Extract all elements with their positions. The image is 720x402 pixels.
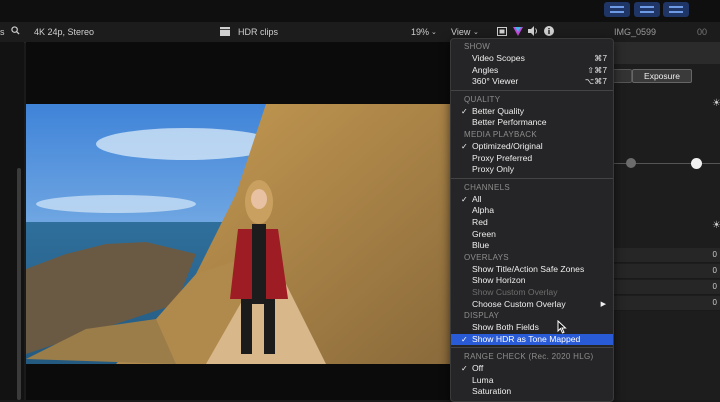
menu-item-blue[interactable]: Blue — [451, 240, 613, 252]
menu-item-show-safe-zones[interactable]: Show Title/Action Safe Zones — [451, 264, 613, 276]
row-value: 0 — [712, 282, 717, 291]
checkmark-icon: ✓ — [461, 364, 468, 374]
checkmark-icon: ✓ — [461, 106, 468, 116]
menu-item-angles[interactable]: Angles ⇧⌘7 — [451, 65, 613, 77]
menu-separator — [451, 89, 613, 91]
menu-item-range-saturation[interactable]: Saturation — [451, 386, 613, 398]
menu-separator — [451, 177, 613, 179]
row-value: 0 — [712, 298, 717, 307]
mouse-pointer-icon — [557, 320, 567, 334]
menu-item-optimized-original[interactable]: ✓ Optimized/Original — [451, 141, 613, 153]
menu-item-video-scopes[interactable]: Video Scopes ⌘7 — [451, 53, 613, 65]
row-value: 0 — [712, 250, 717, 259]
clapper-icon — [220, 27, 230, 39]
menu-item-alpha[interactable]: Alpha — [451, 205, 613, 217]
view-dropdown-menu: SHOW Video Scopes ⌘7 Angles ⇧⌘7 360° Viewe… — [450, 38, 614, 402]
inspector-pane: Exposure ☀ ☀ — [612, 42, 720, 400]
video-frame — [26, 104, 450, 364]
menu-section-show: SHOW — [464, 42, 491, 51]
menu-separator — [451, 347, 613, 349]
menu-section-overlays: OVERLAYS — [464, 252, 509, 262]
zoom-chevron-icon[interactable]: ⌄ — [431, 28, 437, 36]
menu-section-channels: CHANNELS — [464, 182, 510, 192]
menu-item-range-off[interactable]: ✓ Off — [451, 363, 613, 375]
menu-item-green[interactable]: Green — [451, 229, 613, 241]
inspector-toggle-button[interactable] — [663, 2, 689, 17]
clip-name: HDR clips — [238, 27, 279, 37]
checkmark-icon: ✓ — [461, 141, 468, 151]
search-icon[interactable] — [11, 26, 20, 38]
menu-item-show-custom-overlay: Show Custom Overlay — [472, 286, 558, 297]
format-label: 4K 24p, Stereo — [34, 27, 95, 37]
slider-knob-midtone[interactable] — [626, 158, 636, 168]
menu-item-360-viewer[interactable]: 360° Viewer ⌥⌘7 — [451, 76, 613, 88]
exposure-tab[interactable]: Exposure — [632, 69, 692, 83]
menu-item-all[interactable]: ✓ All — [451, 194, 613, 206]
checkmark-icon: ✓ — [461, 334, 468, 344]
menu-item-proxy-only[interactable]: Proxy Only — [451, 164, 613, 176]
menu-item-proxy-preferred[interactable]: Proxy Preferred — [451, 153, 613, 165]
view-chevron-icon[interactable]: ⌄ — [473, 28, 479, 36]
left-edge-text: s — [0, 27, 5, 37]
top-toolbar — [0, 0, 720, 22]
menu-section-range-check: RANGE CHECK (Rec. 2020 HLG) — [464, 352, 594, 362]
slider-knob-highlight[interactable] — [691, 158, 702, 169]
timeline-toggle-button[interactable] — [634, 2, 660, 17]
color-tab[interactable] — [612, 69, 632, 83]
menu-section-display: DISPLAY — [464, 311, 500, 321]
menu-item-red[interactable]: Red — [451, 217, 613, 229]
menu-item-range-luma[interactable]: Luma — [451, 375, 613, 387]
timecode-fragment: 00 — [697, 27, 708, 37]
menu-section-quality: QUALITY — [464, 94, 501, 104]
sun-icon: ☀ — [712, 98, 720, 109]
menu-item-choose-custom-overlay[interactable]: Choose Custom Overlay ▶ — [451, 299, 613, 311]
menu-item-better-performance[interactable]: Better Performance — [451, 117, 613, 129]
menu-item-show-horizon[interactable]: Show Horizon — [451, 275, 613, 287]
clip-id: IMG_0599 — [614, 27, 657, 37]
menu-item-better-quality[interactable]: ✓ Better Quality — [451, 106, 613, 118]
inspector-header — [612, 42, 720, 64]
zoom-popup[interactable]: 19% — [411, 27, 429, 37]
menu-item-show-hdr-tone-mapped[interactable]: ✓ Show HDR as Tone Mapped — [451, 333, 613, 346]
row-value: 0 — [712, 266, 717, 275]
inspector-row[interactable]: 0 — [612, 280, 720, 295]
view-menu[interactable]: View — [451, 27, 470, 37]
inspector-row[interactable]: 0 — [612, 296, 720, 311]
library-toggle-button[interactable] — [604, 2, 630, 17]
menu-item-show-both-fields[interactable]: Show Both Fields — [451, 322, 613, 334]
checkmark-icon: ✓ — [461, 194, 468, 204]
menu-section-media-playback: MEDIA PLAYBACK — [464, 129, 537, 139]
submenu-arrow-icon: ▶ — [600, 300, 606, 308]
inspector-row[interactable]: 0 — [612, 248, 720, 263]
browser-scrollbar[interactable] — [17, 168, 21, 400]
sun-icon-2: ☀ — [712, 220, 720, 231]
inspector-row[interactable]: 0 — [612, 264, 720, 279]
